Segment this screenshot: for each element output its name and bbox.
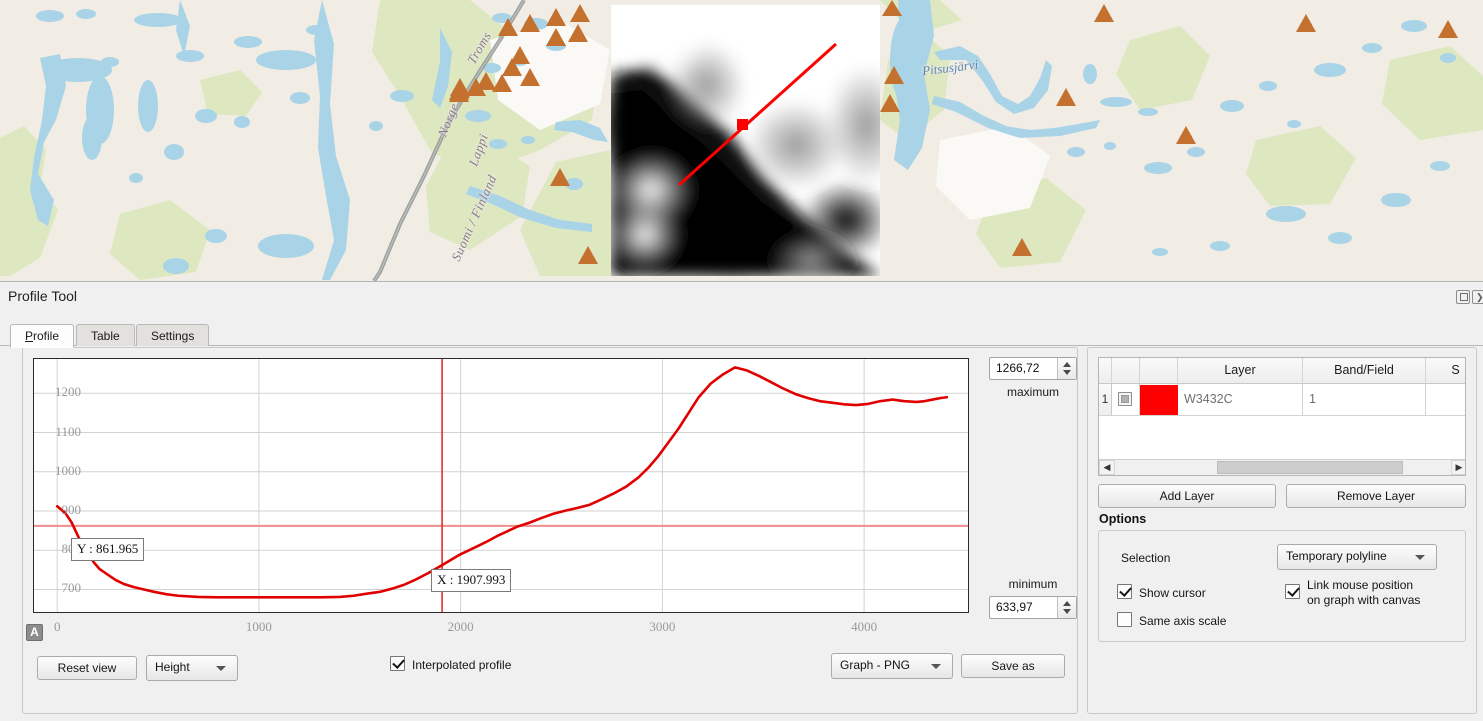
- output-format-value: Graph - PNG: [840, 658, 911, 672]
- same-axis-scale-checkbox[interactable]: [1117, 612, 1132, 627]
- link-mouse-checkbox[interactable]: [1285, 584, 1300, 599]
- y-tick-label: 1200: [55, 384, 81, 400]
- autoscale-axis-button[interactable]: A: [26, 624, 43, 641]
- col-header-visible: [1112, 358, 1140, 383]
- selection-combo[interactable]: Temporary polyline: [1277, 544, 1437, 570]
- tab-profile-label: rofile: [33, 329, 60, 343]
- minimum-label: minimum: [1008, 577, 1058, 591]
- minimum-spinbox[interactable]: 633,97: [989, 596, 1077, 619]
- maximum-label: maximum: [1006, 385, 1059, 399]
- polyline-vertex-marker: [737, 119, 748, 130]
- x-tick-label: 1000: [245, 619, 272, 634]
- options-groupbox: Selection Temporary polyline Show cursor…: [1098, 530, 1466, 642]
- reset-view-button[interactable]: Reset view: [37, 656, 137, 680]
- row-visible-cell[interactable]: [1112, 384, 1140, 415]
- output-format-combo[interactable]: Graph - PNG: [831, 653, 953, 679]
- show-cursor-label: Show cursor: [1139, 586, 1206, 600]
- maximum-spin-arrows[interactable]: [1057, 358, 1076, 379]
- height-combo-value: Height: [155, 660, 190, 674]
- chevron-down-icon: [931, 664, 941, 669]
- row-index: 1: [1099, 384, 1112, 415]
- row-style[interactable]: [1426, 384, 1465, 415]
- col-header-layer[interactable]: Layer: [1178, 358, 1303, 383]
- table-row[interactable]: 1 W3432C 1: [1099, 384, 1465, 416]
- tab-settings[interactable]: Settings: [136, 324, 210, 347]
- panel-titlebar: Profile Tool ❯: [0, 282, 1483, 312]
- profile-polyline[interactable]: [611, 5, 880, 276]
- interpolated-profile-checkbox[interactable]: [390, 656, 405, 671]
- x-tick-label: 3000: [649, 619, 676, 634]
- layer-color-swatch[interactable]: [1140, 385, 1178, 415]
- col-header-band-field[interactable]: Band/Field: [1303, 358, 1426, 383]
- same-axis-scale-label: Same axis scale: [1139, 614, 1227, 628]
- y-tick-label: 1000: [55, 462, 81, 478]
- spin-up-icon: [1063, 362, 1071, 367]
- show-cursor-checkbox[interactable]: [1117, 584, 1132, 599]
- remove-layer-button[interactable]: Remove Layer: [1286, 484, 1466, 508]
- link-mouse-label-line1: Link mouse position: [1307, 578, 1414, 592]
- tab-content-profile: 700800900100011001200 01000200030004000 …: [0, 346, 1483, 721]
- col-header-color: [1140, 358, 1178, 383]
- close-icon[interactable]: ❯: [1472, 290, 1483, 304]
- row-band-field[interactable]: 1: [1303, 384, 1426, 415]
- panel-title: Profile Tool: [8, 288, 78, 304]
- dem-raster-layer[interactable]: [611, 5, 880, 276]
- layer-table[interactable]: Layer Band/Field S 1 W3432C 1 ◀ ▶: [1098, 357, 1466, 476]
- chevron-down-icon: [1415, 555, 1425, 560]
- x-tick-label: 4000: [851, 619, 878, 634]
- tab-table-label: Table: [91, 329, 120, 343]
- col-header-style[interactable]: S: [1426, 358, 1465, 383]
- minimum-spin-arrows[interactable]: [1057, 597, 1076, 618]
- x-tick-label: 2000: [447, 619, 474, 634]
- y-tick-label: 700: [61, 580, 82, 596]
- tab-bar: Profile Table Settings: [0, 324, 1483, 348]
- minimum-value: 633,97: [996, 600, 1033, 614]
- cursor-y-tooltip: Y : 861.965: [71, 537, 145, 561]
- profile-tool-panel: Profile Tool ❯ Profile Table Settings 70…: [0, 281, 1483, 721]
- spin-down-icon: [1063, 370, 1071, 375]
- restore-icon[interactable]: [1456, 290, 1470, 304]
- col-header-index: [1099, 358, 1112, 383]
- map-canvas[interactable]: Troms Norge Lappi Suomi / Finland Pitsus…: [0, 0, 1483, 281]
- layer-table-hscrollbar[interactable]: ◀ ▶: [1099, 459, 1465, 475]
- tab-table[interactable]: Table: [76, 324, 135, 347]
- layers-groupbox: Layer Band/Field S 1 W3432C 1 ◀ ▶ Add La…: [1087, 347, 1477, 714]
- tab-profile-mnemonic: P: [25, 329, 34, 343]
- hscroll-thumb[interactable]: [1217, 461, 1403, 474]
- arrow-right-icon[interactable]: ▶: [1451, 460, 1465, 475]
- tab-profile[interactable]: Profile: [10, 324, 75, 348]
- maximum-value: 1266,72: [996, 361, 1040, 375]
- layer-visible-checkbox[interactable]: [1118, 392, 1132, 406]
- cursor-x-tooltip: X : 1907.993: [431, 569, 512, 592]
- selection-combo-value: Temporary polyline: [1286, 549, 1387, 563]
- maximum-spinbox[interactable]: 1266,72: [989, 357, 1077, 380]
- layer-table-header: Layer Band/Field S: [1099, 358, 1465, 384]
- height-combo[interactable]: Height: [146, 655, 238, 681]
- selection-label: Selection: [1121, 551, 1171, 565]
- options-title: Options: [1099, 512, 1147, 526]
- arrow-left-icon[interactable]: ◀: [1099, 460, 1115, 475]
- spin-down-icon: [1063, 609, 1071, 614]
- tab-settings-label: Settings: [151, 329, 195, 343]
- row-layer-name[interactable]: W3432C: [1178, 384, 1303, 415]
- interpolated-profile-label: Interpolated profile: [412, 658, 512, 672]
- spin-up-icon: [1063, 601, 1071, 606]
- y-tick-label: 1100: [55, 423, 81, 439]
- save-as-button[interactable]: Save as: [961, 654, 1065, 678]
- chevron-down-icon: [216, 666, 226, 671]
- y-tick-label: 900: [61, 502, 82, 517]
- add-layer-button[interactable]: Add Layer: [1098, 484, 1276, 508]
- link-mouse-label-line2: on graph with canvas: [1307, 593, 1421, 607]
